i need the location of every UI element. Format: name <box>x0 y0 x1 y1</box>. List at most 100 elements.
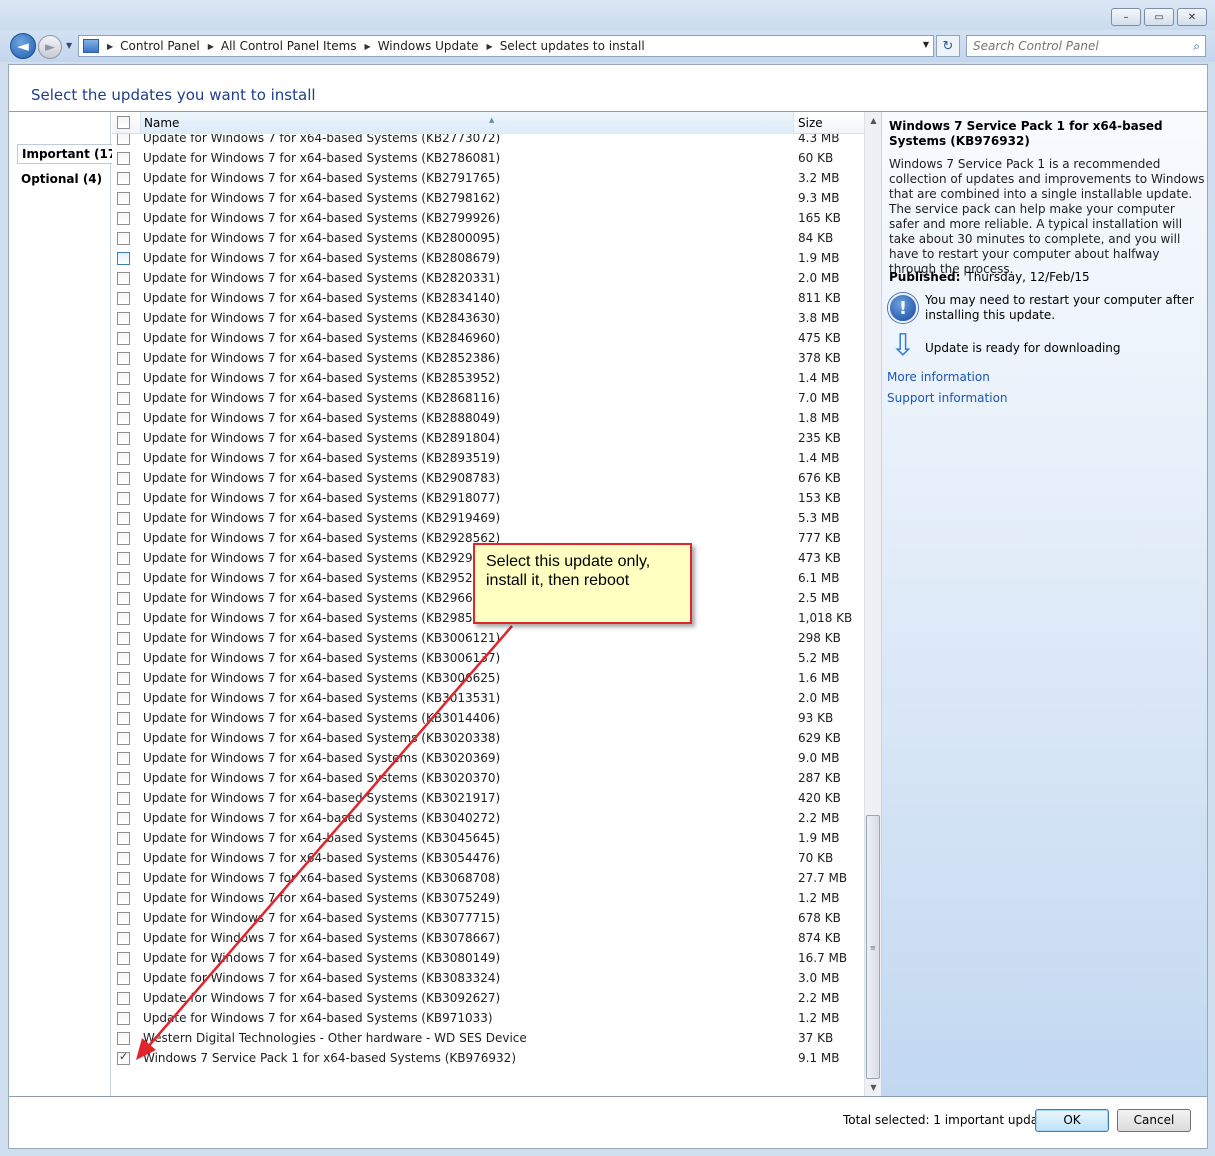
update-checkbox[interactable] <box>117 552 130 565</box>
update-row[interactable]: Update for Windows 7 for x64-based Syste… <box>112 468 864 488</box>
cancel-button[interactable]: Cancel <box>1117 1109 1191 1132</box>
update-checkbox[interactable] <box>117 252 130 265</box>
breadcrumb-separator-icon[interactable]: ▶ <box>107 42 113 51</box>
select-all-checkbox[interactable] <box>117 116 130 129</box>
update-row[interactable]: Update for Windows 7 for x64-based Syste… <box>112 848 864 868</box>
search-input[interactable] <box>967 36 1177 56</box>
update-checkbox[interactable] <box>117 912 130 925</box>
update-checkbox[interactable] <box>117 432 130 445</box>
update-row[interactable]: Update for Windows 7 for x64-based Syste… <box>112 348 864 368</box>
update-checkbox[interactable] <box>117 852 130 865</box>
close-button[interactable]: ✕ <box>1177 8 1207 26</box>
update-checkbox[interactable] <box>117 612 130 625</box>
ok-button[interactable]: OK <box>1035 1109 1109 1132</box>
update-checkbox[interactable] <box>117 312 130 325</box>
update-row[interactable]: Update for Windows 7 for x64-based Syste… <box>112 268 864 288</box>
update-checkbox[interactable] <box>117 932 130 945</box>
update-row[interactable]: Update for Windows 7 for x64-based Syste… <box>112 648 864 668</box>
update-row[interactable]: Update for Windows 7 for x64-based Syste… <box>112 488 864 508</box>
breadcrumb-separator-icon[interactable]: ▶ <box>365 42 371 51</box>
update-checkbox[interactable] <box>117 512 130 525</box>
breadcrumb-select-updates[interactable]: Select updates to install <box>500 39 645 53</box>
refresh-button[interactable]: ↻ <box>936 35 960 57</box>
update-checkbox[interactable] <box>117 172 130 185</box>
update-row[interactable]: Update for Windows 7 for x64-based Syste… <box>112 908 864 928</box>
update-row[interactable]: Update for Windows 7 for x64-based Syste… <box>112 368 864 388</box>
update-checkbox[interactable] <box>117 392 130 405</box>
update-row[interactable]: Update for Windows 7 for x64-based Syste… <box>112 168 864 188</box>
update-checkbox[interactable] <box>117 232 130 245</box>
update-checkbox[interactable] <box>117 412 130 425</box>
update-checkbox[interactable] <box>117 472 130 485</box>
update-row[interactable]: Update for Windows 7 for x64-based Syste… <box>112 428 864 448</box>
update-row[interactable]: Update for Windows 7 for x64-based Syste… <box>112 388 864 408</box>
minimize-button[interactable]: – <box>1111 8 1141 26</box>
update-row[interactable]: Update for Windows 7 for x64-based Syste… <box>112 288 864 308</box>
update-checkbox[interactable] <box>117 632 130 645</box>
update-row[interactable]: Update for Windows 7 for x64-based Syste… <box>112 328 864 348</box>
update-row[interactable]: Update for Windows 7 for x64-based Syste… <box>112 188 864 208</box>
size-column-header[interactable]: Size <box>798 112 823 134</box>
update-row[interactable]: Update for Windows 7 for x64-based Syste… <box>112 148 864 168</box>
update-row[interactable]: Update for Windows 7 for x64-based Syste… <box>112 788 864 808</box>
update-checkbox[interactable] <box>117 492 130 505</box>
update-row[interactable]: Update for Windows 7 for x64-based Syste… <box>112 828 864 848</box>
update-row[interactable]: Update for Windows 7 for x64-based Syste… <box>112 708 864 728</box>
update-row[interactable]: Update for Windows 7 for x64-based Syste… <box>112 728 864 748</box>
update-row[interactable]: Update for Windows 7 for x64-based Syste… <box>112 688 864 708</box>
update-checkbox[interactable] <box>117 532 130 545</box>
update-row[interactable]: Update for Windows 7 for x64-based Syste… <box>112 408 864 428</box>
update-checkbox[interactable] <box>117 652 130 665</box>
vertical-scrollbar[interactable]: ▲ ≡ ▼ <box>864 112 881 1096</box>
update-checkbox[interactable] <box>117 192 130 205</box>
update-row[interactable]: Update for Windows 7 for x64-based Syste… <box>112 308 864 328</box>
update-row[interactable]: Western Digital Technologies - Other har… <box>112 1028 864 1048</box>
update-checkbox[interactable] <box>117 372 130 385</box>
update-checkbox[interactable] <box>117 732 130 745</box>
address-dropdown-icon[interactable]: ▼ <box>923 40 929 49</box>
update-checkbox[interactable] <box>117 812 130 825</box>
recent-pages-dropdown-icon[interactable]: ▼ <box>66 41 72 50</box>
update-row[interactable]: Update for Windows 7 for x64-based Syste… <box>112 888 864 908</box>
update-checkbox[interactable] <box>117 212 130 225</box>
update-row[interactable]: Update for Windows 7 for x64-based Syste… <box>112 748 864 768</box>
name-column-header[interactable]: ▲ Name <box>140 112 794 134</box>
update-checkbox[interactable] <box>117 152 130 165</box>
scroll-up-icon[interactable]: ▲ <box>865 112 882 129</box>
update-row[interactable]: Update for Windows 7 for x64-based Syste… <box>112 808 864 828</box>
update-row[interactable]: Update for Windows 7 for x64-based Syste… <box>112 868 864 888</box>
breadcrumb-separator-icon[interactable]: ▶ <box>208 42 214 51</box>
forward-button[interactable]: ► <box>38 35 62 59</box>
update-row[interactable]: Update for Windows 7 for x64-based Syste… <box>112 928 864 948</box>
update-row[interactable]: Update for Windows 7 for x64-based Syste… <box>112 628 864 648</box>
update-checkbox[interactable] <box>117 832 130 845</box>
scrollbar-thumb[interactable]: ≡ <box>866 815 880 1079</box>
update-row[interactable]: Update for Windows 7 for x64-based Syste… <box>112 768 864 788</box>
update-checkbox[interactable] <box>117 752 130 765</box>
search-icon[interactable]: ⌕ <box>1193 39 1200 54</box>
update-row[interactable]: Update for Windows 7 for x64-based Syste… <box>112 448 864 468</box>
update-checkbox[interactable] <box>117 352 130 365</box>
update-row[interactable]: Update for Windows 7 for x64-based Syste… <box>112 1008 864 1028</box>
update-row[interactable]: Update for Windows 7 for x64-based Syste… <box>112 988 864 1008</box>
update-checkbox[interactable] <box>117 972 130 985</box>
update-checkbox[interactable] <box>117 792 130 805</box>
update-checkbox[interactable] <box>117 272 130 285</box>
update-row[interactable]: Update for Windows 7 for x64-based Syste… <box>112 968 864 988</box>
update-checkbox[interactable] <box>117 892 130 905</box>
breadcrumb-separator-icon[interactable]: ▶ <box>487 42 493 51</box>
breadcrumb-windows-update[interactable]: Windows Update <box>378 39 479 53</box>
breadcrumb-all-items[interactable]: All Control Panel Items <box>221 39 357 53</box>
back-button[interactable]: ◄ <box>10 33 36 59</box>
update-checkbox[interactable] <box>117 872 130 885</box>
category-optional[interactable]: Optional (4) <box>17 170 106 188</box>
update-row[interactable]: Windows 7 Service Pack 1 for x64-based S… <box>112 1048 864 1068</box>
update-checkbox[interactable] <box>117 572 130 585</box>
breadcrumb-control-panel[interactable]: Control Panel <box>120 39 200 53</box>
scroll-down-icon[interactable]: ▼ <box>865 1079 882 1096</box>
update-row[interactable]: Update for Windows 7 for x64-based Syste… <box>112 948 864 968</box>
support-information-link[interactable]: Support information <box>887 391 1008 405</box>
update-checkbox[interactable] <box>117 1012 130 1025</box>
update-checkbox[interactable] <box>117 672 130 685</box>
address-bar[interactable]: ▶ Control Panel ▶ All Control Panel Item… <box>78 35 934 57</box>
